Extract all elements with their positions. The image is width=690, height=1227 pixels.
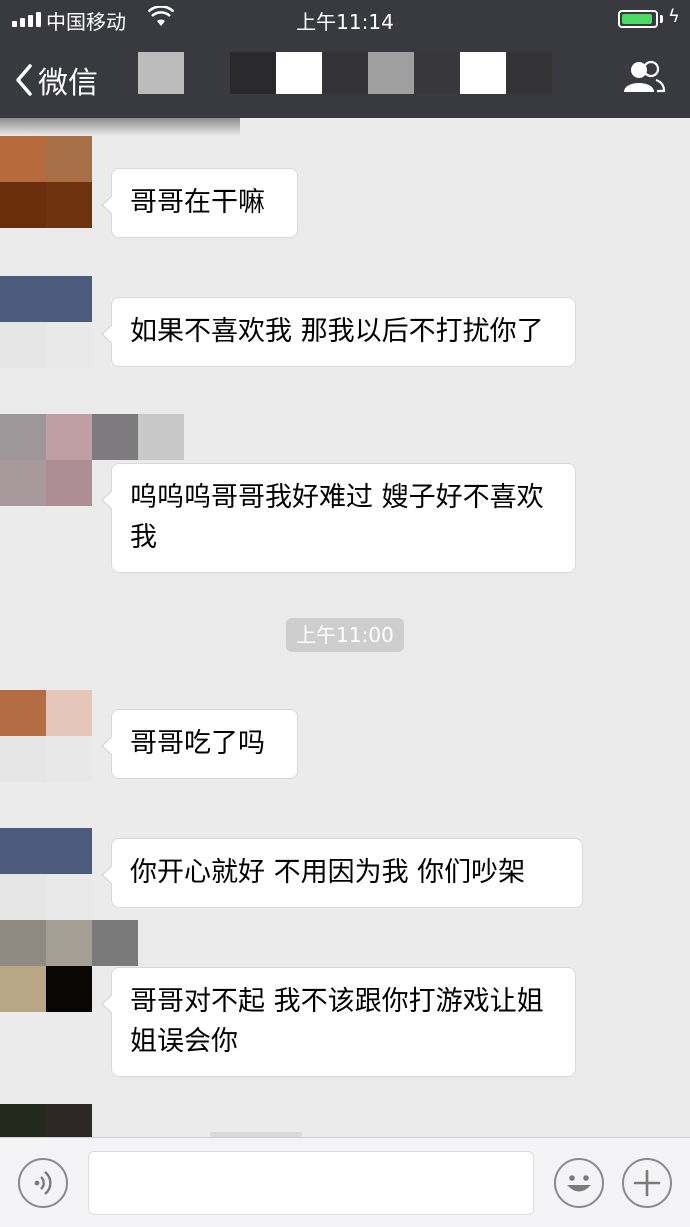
- chat-area[interactable]: 哥哥在干嘛 如果不喜欢我 那我以后不打扰你了 呜呜呜哥哥我好难过 嫂子好不喜欢我…: [0, 118, 690, 1137]
- status-time: 上午11:14: [296, 10, 394, 34]
- nav-bar: 微信: [0, 38, 690, 118]
- avatar[interactable]: [0, 828, 92, 920]
- emoji-button[interactable]: [554, 1158, 604, 1208]
- emoji-icon: [567, 1175, 591, 1192]
- message-bubble[interactable]: 如果不喜欢我 那我以后不打扰你了: [101, 297, 576, 367]
- previous-message-fade: [0, 118, 240, 136]
- message-bubble[interactable]: 哥哥对不起 我不该跟你打游戏让姐姐误会你: [101, 967, 576, 1077]
- voice-icon: [34, 1171, 52, 1195]
- chevron-left-icon: [16, 64, 32, 96]
- message-bubble[interactable]: 哥哥在干嘛: [101, 168, 298, 238]
- contacts-button[interactable]: [622, 60, 666, 98]
- battery-tip: [660, 15, 663, 23]
- more-button[interactable]: [622, 1158, 672, 1208]
- message-input[interactable]: [88, 1151, 534, 1215]
- message-bubble[interactable]: 呜呜呜哥哥我好难过 嫂子好不喜欢我: [101, 463, 576, 573]
- avatar[interactable]: [0, 690, 92, 782]
- avatar[interactable]: [0, 276, 92, 368]
- back-label: 微信: [38, 66, 98, 101]
- header: 中国移动 上午11:14 ϟ 微信: [0, 0, 690, 118]
- avatar[interactable]: [0, 1104, 92, 1137]
- message-bubble[interactable]: 哥哥吃了吗: [101, 709, 298, 779]
- plus-icon: [633, 1169, 661, 1197]
- charging-icon: ϟ: [668, 6, 680, 27]
- message-bubble[interactable]: 你开心就好 不用因为我 你们吵架: [101, 838, 583, 908]
- avatar[interactable]: [0, 136, 92, 228]
- input-bar: [0, 1137, 690, 1227]
- contacts-icon: [624, 60, 666, 93]
- back-button[interactable]: 微信: [14, 58, 98, 102]
- battery-icon: [618, 10, 658, 28]
- battery-level: [622, 14, 652, 24]
- status-bar: 中国移动 上午11:14 ϟ: [0, 0, 690, 38]
- voice-button[interactable]: [18, 1158, 68, 1208]
- timestamp: 上午11:00: [286, 618, 404, 652]
